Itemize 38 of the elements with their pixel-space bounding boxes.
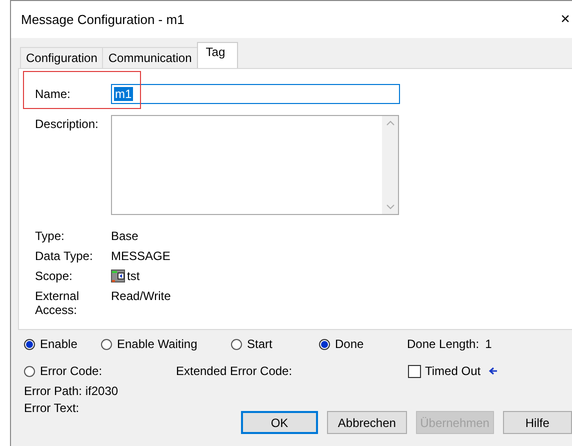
arrow-left-icon [488,367,498,375]
error-code-radio[interactable] [24,366,35,376]
property-label: Data Type: [35,249,94,263]
status-label: Enable [40,337,78,351]
status-radio[interactable] [101,338,112,350]
property-value: Base [111,229,138,243]
timed-out-checkbox[interactable] [408,364,421,378]
property-label: Scope: [35,269,74,283]
status-radio[interactable] [24,338,35,350]
status-label: Done [335,337,364,351]
dialog-button[interactable]: OK [241,411,318,434]
tab[interactable]: Configuration [20,47,104,68]
error-text-label: Error Text: [24,401,80,415]
name-label: Name: [35,87,72,101]
close-button[interactable]: × [560,10,570,28]
status-label: Start [247,337,272,351]
property-value: MESSAGE [111,249,170,263]
window-title: Message Configuration - m1 [21,12,184,27]
property-label: Type: [35,229,66,243]
done-length-label: Done Length: [407,337,480,351]
timed-out-label: Timed Out [425,364,481,378]
dialog-button[interactable]: Hilfe [502,411,572,434]
error-code-label: Error Code: [40,364,102,378]
status-radio[interactable] [319,338,330,350]
error-path-text: Error Path: if2030 [24,384,120,398]
property-label: External Access: [35,289,80,317]
done-length-value: 1 [485,337,492,351]
dialog-button[interactable]: Abbrechen [327,411,407,434]
property-value: tst [127,269,140,283]
extended-error-code-label: Extended Error Code: [176,364,294,378]
status-label: Enable Waiting [117,337,198,351]
property-value: Read/Write [111,289,171,303]
controller-icon [111,269,125,283]
status-radio[interactable] [231,338,242,350]
tab[interactable]: Tag [196,42,238,68]
name-field[interactable]: m1 [111,84,400,104]
description-field[interactable] [111,115,399,215]
description-label: Description: [35,116,100,131]
